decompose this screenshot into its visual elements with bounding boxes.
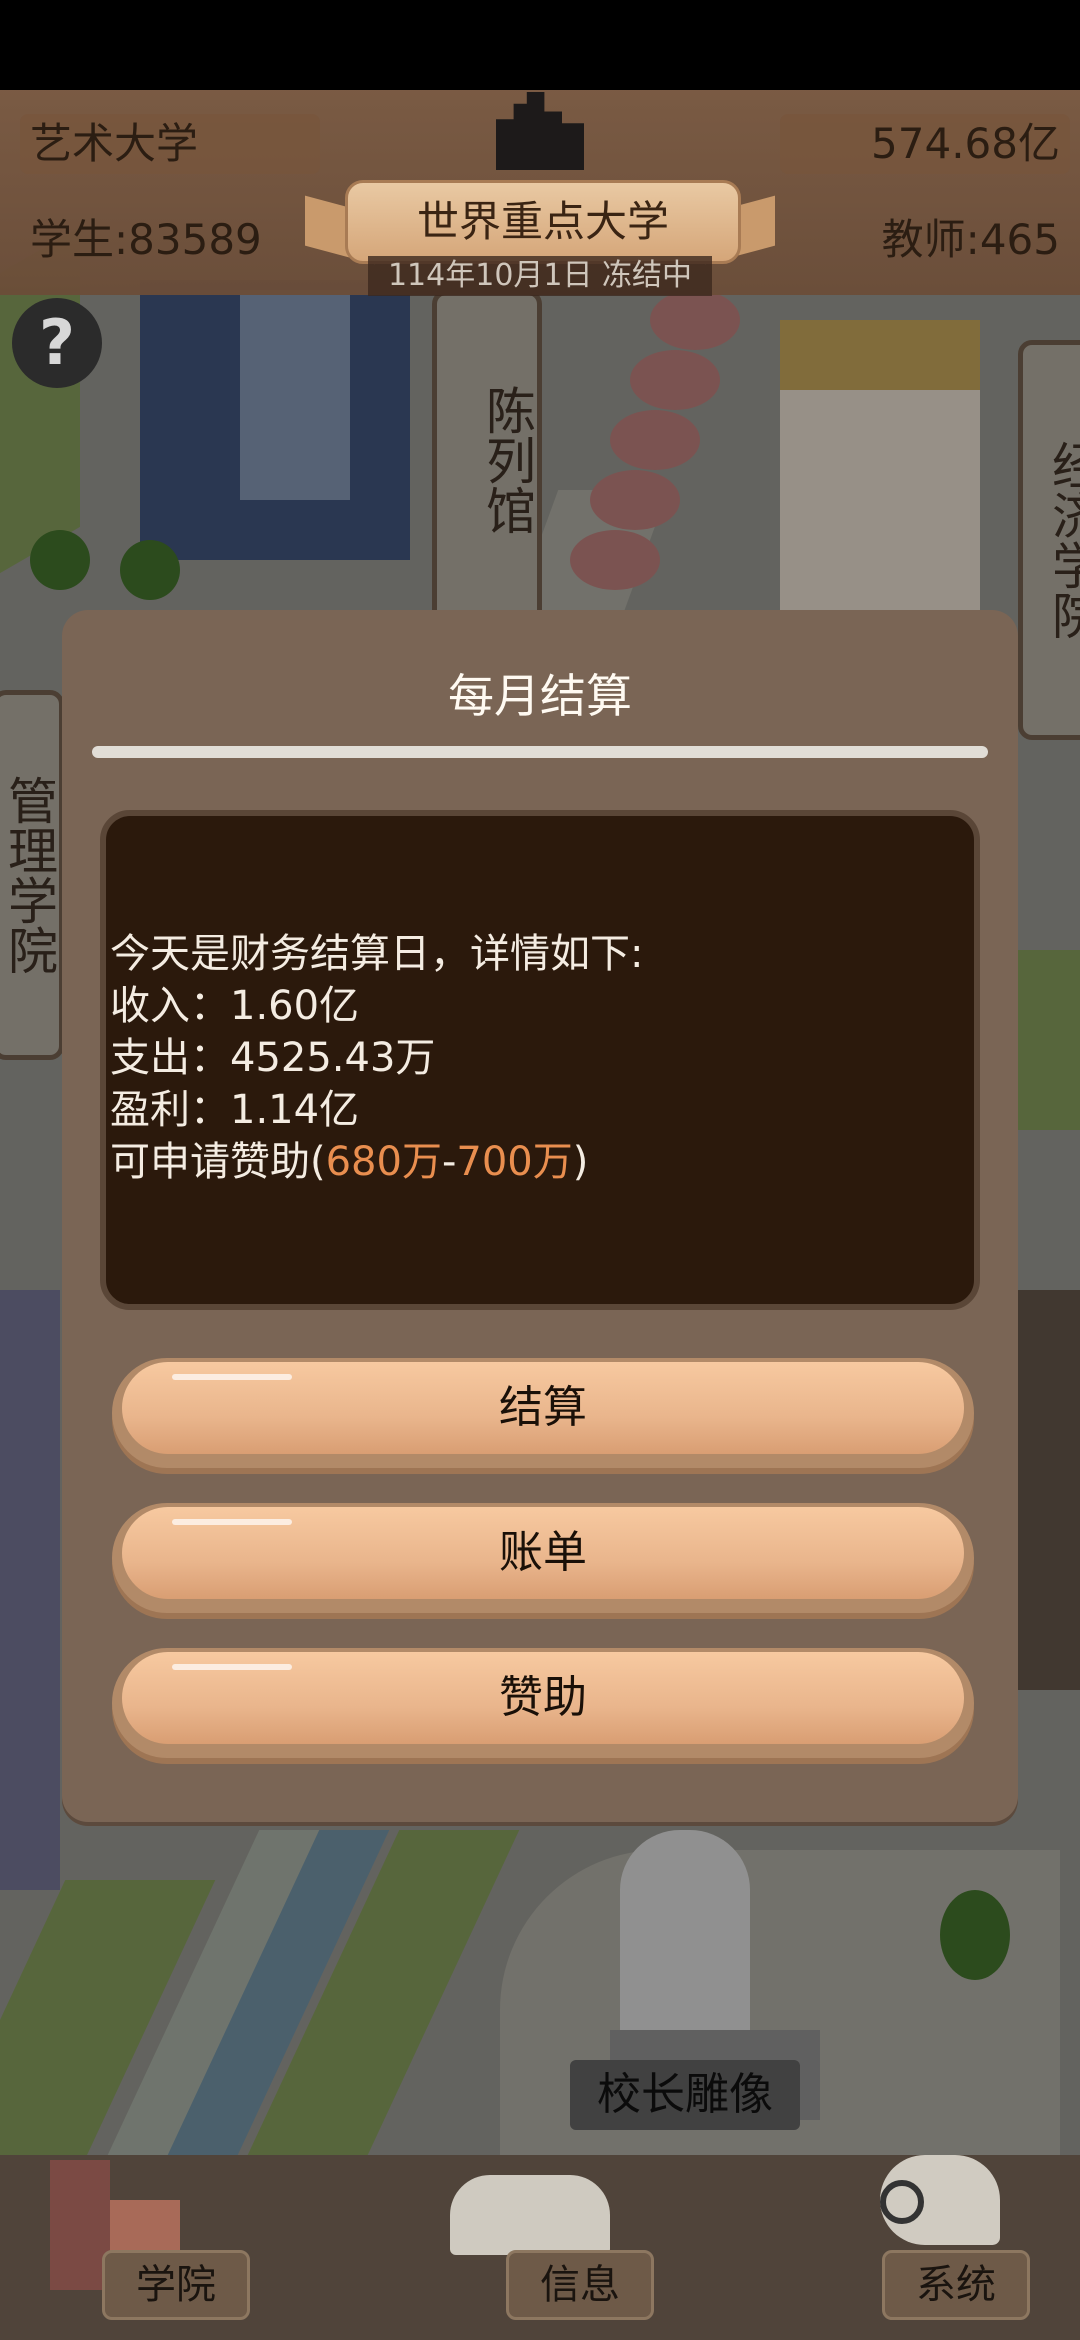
funds-value: 574.68亿 [780,114,1070,174]
profit-line: 盈利：1.14亿 [110,1087,360,1133]
sponsor-prefix: 可申请赞助( [110,1139,326,1185]
status-bar [0,0,1080,90]
nav-college-button[interactable]: 学院 [102,2250,250,2320]
college-building-icon[interactable] [50,2160,110,2290]
nav-info-button[interactable]: 信息 [506,2250,654,2320]
sponsor-min: 680万 [325,1139,442,1185]
sponsor-button-label: 赞助 [122,1652,964,1744]
bill-button[interactable]: 账单 [112,1503,974,1613]
sponsor-button[interactable]: 赞助 [112,1648,974,1758]
settlement-message: 今天是财务结算日，详情如下: 收入：1.60亿 支出：4525.43万 盈利：1… [110,928,643,1188]
nav-system-button[interactable]: 系统 [882,2250,1030,2320]
monthly-settlement-dialog: 每月结算 今天是财务结算日，详情如下: 收入：1.60亿 支出：4525.43万… [62,610,1018,1822]
magnifier-lens [880,2180,924,2224]
sponsor-suffix: ) [572,1139,589,1185]
sponsor-dash: - [441,1139,457,1185]
settle-button-label: 结算 [122,1362,964,1454]
sponsor-max: 700万 [456,1139,573,1185]
dialog-title: 每月结算 [448,669,632,723]
message-intro: 今天是财务结算日，详情如下: [110,931,644,977]
expense-line: 支出：4525.43万 [110,1035,436,1081]
rank-banner: 世界重点大学 [345,180,741,264]
sponsor-line: 可申请赞助(680万-700万) [110,1136,643,1188]
student-count: 学生:83589 [30,215,262,264]
date-status: 114年10月1日 冻结中 [368,256,712,296]
income-line: 收入：1.60亿 [110,983,360,1029]
title-divider [92,746,988,758]
book-icon[interactable] [450,2175,610,2255]
bill-button-label: 账单 [122,1507,964,1599]
settle-button[interactable]: 结算 [112,1358,974,1468]
school-type-label: 艺术大学 [20,114,320,174]
question-icon[interactable]: ? [12,298,102,388]
teacher-count: 教师:465 [881,215,1060,264]
